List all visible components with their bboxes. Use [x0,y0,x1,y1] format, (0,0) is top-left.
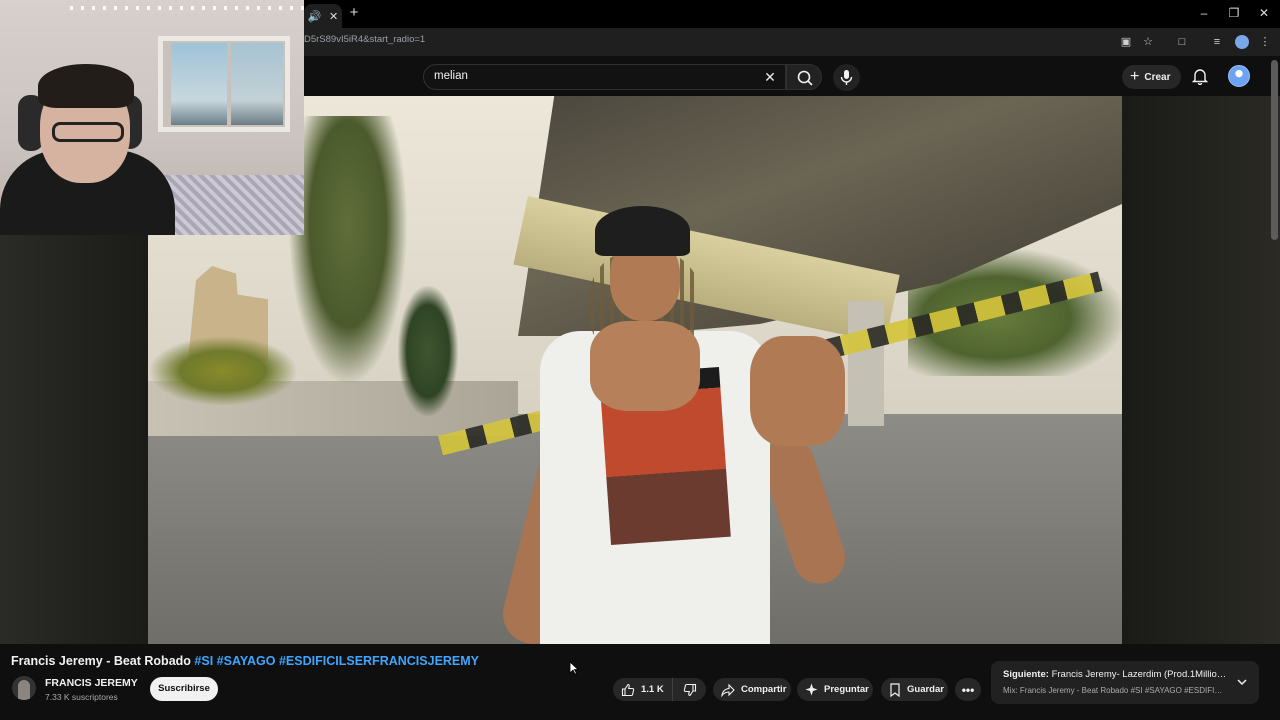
share-icon [721,683,735,697]
up-next-card[interactable]: Siguiente: Francis Jeremy- Lazerdim (Pro… [991,661,1259,704]
new-tab-button[interactable]: + [346,5,362,21]
url-text[interactable]: D5rS89vI5iR4&start_radio=1 [304,34,425,45]
string-lights [70,6,304,10]
more-horizontal-icon: ••• [961,682,975,697]
bell-icon [1191,69,1209,85]
minimize-icon[interactable]: – [1194,5,1214,21]
performer-hand [750,336,845,446]
up-next-title: Siguiente: Francis Jeremy- Lazerdim (Pro… [1003,669,1228,680]
video-pillar [848,301,884,426]
channel-avatar[interactable] [12,676,36,700]
share-button[interactable]: Compartir [713,678,791,701]
notifications-button[interactable] [1191,67,1209,85]
subscriber-count: 7.33 K suscriptores [45,692,118,702]
search-input[interactable]: melian ✕ [423,64,786,90]
video-bush [148,336,298,406]
channel-name[interactable]: FRANCIS JEREMY [45,677,138,689]
video-tree [288,116,408,386]
streamer-hair [38,64,134,108]
subscribe-button[interactable]: Suscribirse [150,677,218,701]
window-pane [171,43,227,125]
browser-menu-icon[interactable]: ⋮ [1258,35,1272,49]
like-dislike-group: 1.1 K [613,678,706,701]
video-tree [398,286,458,416]
video-performer [496,206,852,644]
voice-search-button[interactable] [833,64,860,91]
cast-icon[interactable]: ▣ [1119,35,1133,49]
search-icon [797,70,813,86]
create-button[interactable]: + Crear [1122,65,1181,89]
create-label: Crear [1144,71,1171,83]
save-label: Guardar [907,684,944,695]
bookmark-star-icon[interactable]: ☆ [1141,35,1155,49]
thumbs-down-icon [683,683,696,696]
like-count: 1.1 K [641,684,664,695]
thumbs-up-icon [621,683,635,696]
microphone-icon [840,70,853,85]
bookmark-icon [890,682,900,697]
media-control-icon[interactable]: ≡ [1210,35,1224,49]
webcam-window-frame [158,36,290,132]
streamer-glasses [52,122,124,142]
hashtag-link[interactable]: #ESDIFICILSERFRANCISJEREMY [279,654,479,668]
share-label: Compartir [741,684,787,695]
browser-tab[interactable]: 🔊 ✕ [304,4,342,28]
page-scrollbar[interactable] [1271,60,1278,240]
close-window-icon[interactable]: ✕ [1254,5,1274,21]
chevron-down-icon[interactable] [1235,675,1249,689]
performer-hand [590,321,700,411]
up-next-video-title: Francis Jeremy- Lazerdim (Prod.1Million.… [1051,669,1228,680]
webcam-overlay [0,0,304,235]
hashtag-link[interactable]: #SI [194,654,213,668]
extensions-icon[interactable]: □ [1175,35,1189,49]
save-button[interactable]: Guardar [881,678,948,701]
ask-label: Preguntar [824,684,869,695]
performer-cap [595,206,690,256]
search-button[interactable] [786,64,822,90]
speaker-icon[interactable]: 🔊 [308,10,322,23]
video-title: Francis Jeremy - Beat Robado #SI #SAYAGO… [11,654,479,668]
video-info: Francis Jeremy - Beat Robado #SI #SAYAGO… [0,644,1280,720]
search-query[interactable]: melian [434,70,468,82]
up-next-subtitle: Mix: Francis Jeremy - Beat Robado #SI #S… [1003,686,1228,695]
plus-icon: + [1130,68,1140,85]
window-pane [231,43,283,125]
ask-button[interactable]: Preguntar [797,678,873,701]
browser-profile-avatar[interactable] [1235,35,1249,49]
clear-search-icon[interactable]: ✕ [761,68,779,86]
hashtag-link[interactable]: #SAYAGO [217,654,276,668]
up-next-prefix: Siguiente: [1003,669,1049,680]
restore-icon[interactable]: ❐ [1224,5,1244,21]
video-title-text: Francis Jeremy - Beat Robado [11,654,191,668]
like-button[interactable]: 1.1 K [613,678,673,701]
close-tab-icon[interactable]: ✕ [329,10,338,23]
dislike-button[interactable] [673,678,706,701]
more-actions-button[interactable]: ••• [955,678,981,701]
account-avatar[interactable] [1228,65,1250,87]
sparkle-icon [805,683,818,696]
mouse-cursor-icon [569,661,580,675]
